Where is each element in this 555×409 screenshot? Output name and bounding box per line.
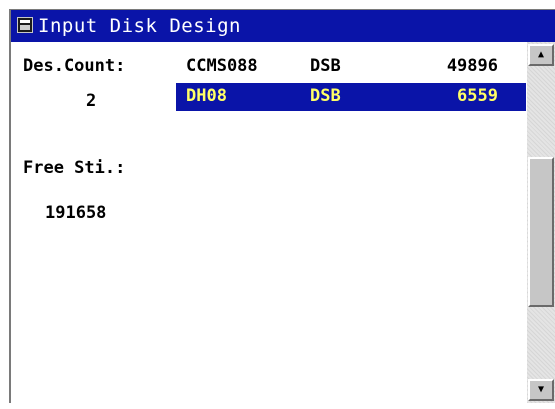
vertical-scrollbar[interactable]: ▲ ▼ [527, 42, 555, 403]
design-name: DH08 [186, 86, 227, 106]
input-disk-design-window: Input Disk Design Des.Count: 2 Free Sti.… [9, 9, 555, 403]
free-sti-value: 191658 [45, 203, 107, 223]
title-bar[interactable]: Input Disk Design [11, 10, 555, 42]
arrow-down-icon: ▼ [537, 384, 545, 395]
design-type: DSB [310, 86, 341, 106]
window-title: Input Disk Design [38, 15, 241, 37]
arrow-up-icon: ▲ [537, 49, 545, 60]
window-menu-icon[interactable] [17, 17, 33, 33]
design-name: CCMS088 [186, 56, 258, 76]
free-sti-label: Free Sti.: [23, 158, 126, 178]
scroll-up-button[interactable]: ▲ [528, 44, 554, 66]
design-list-item-selected[interactable]: DH08 DSB 6559 [176, 83, 526, 111]
scroll-down-button[interactable]: ▼ [528, 379, 554, 401]
design-size: 49896 [446, 56, 498, 76]
des-count-label: Des.Count: [23, 56, 126, 76]
design-list-item[interactable]: CCMS088 DSB 49896 [176, 53, 526, 81]
scroll-thumb[interactable] [528, 157, 554, 307]
design-type: DSB [310, 56, 341, 76]
content-area: Des.Count: 2 Free Sti.: 191658 CCMS088 D… [11, 42, 527, 403]
design-size: 6559 [457, 86, 498, 106]
des-count-value: 2 [86, 91, 97, 111]
